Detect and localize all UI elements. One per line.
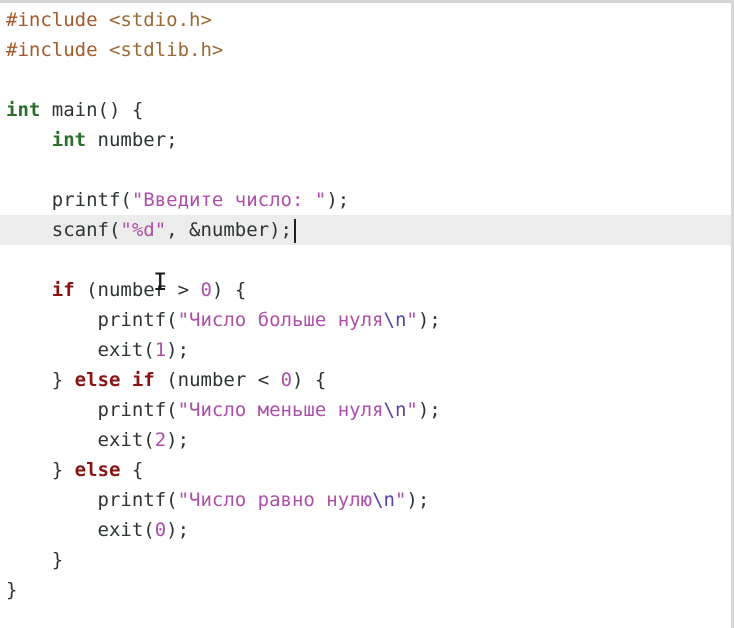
- code-token: <stdio.h>: [108, 9, 212, 31]
- code-token: );: [166, 519, 190, 541]
- code-token: );: [166, 339, 190, 361]
- code-editor[interactable]: #include <stdio.h> #include <stdlib.h> int…: [0, 0, 734, 628]
- code-token: if: [51, 279, 75, 301]
- code-line[interactable]: int main() {: [0, 95, 731, 125]
- code-line[interactable]: [0, 155, 731, 185]
- code-token: int: [51, 129, 87, 151]
- code-token: \n: [383, 309, 407, 331]
- code-token: \n: [383, 399, 407, 421]
- code-line[interactable]: int number;: [0, 125, 731, 155]
- code-token: 0: [200, 279, 212, 301]
- code-token: "Число равно нулю: [177, 489, 373, 511]
- code-line[interactable]: printf("Число равно нулю\n");: [0, 485, 731, 515]
- code-token: printf(: [6, 489, 178, 511]
- code-token: {: [120, 459, 144, 481]
- code-token: else: [74, 369, 121, 391]
- code-token: #include: [6, 39, 109, 61]
- code-token: );: [417, 399, 441, 421]
- code-token: ) {: [292, 369, 327, 391]
- code-token: exit(: [6, 429, 155, 451]
- code-token: 0: [280, 369, 293, 391]
- code-token: int: [6, 99, 41, 121]
- code-token: ": [406, 399, 418, 421]
- code-token: }: [6, 549, 64, 571]
- code-token: , &number);: [166, 219, 292, 241]
- code-token: "%d": [120, 219, 167, 241]
- i-beam-cursor-icon: I: [153, 268, 168, 296]
- code-token: ": [394, 489, 407, 511]
- code-token: 0: [154, 519, 167, 541]
- code-line[interactable]: exit(0);: [0, 515, 731, 545]
- code-line[interactable]: } else if (number < 0) {: [0, 365, 731, 395]
- code-token: 1: [154, 339, 167, 361]
- code-line[interactable]: if (number > 0) {: [0, 275, 731, 305]
- code-token: main() {: [40, 99, 144, 121]
- code-token: if: [131, 369, 155, 391]
- code-token: scanf(: [6, 219, 121, 241]
- code-line[interactable]: #include <stdio.h>: [0, 5, 731, 35]
- code-token: "Число меньше нуля: [177, 399, 384, 421]
- code-token: number;: [86, 129, 178, 151]
- code-line[interactable]: } else {: [0, 455, 731, 485]
- code-line[interactable]: scanf("%d", &number);: [0, 215, 731, 245]
- code-token: "Введите число: ": [131, 189, 327, 211]
- code-token: );: [406, 489, 430, 511]
- code-token: printf(: [6, 309, 178, 331]
- code-line[interactable]: printf("Введите число: ");: [0, 185, 731, 215]
- code-text-area[interactable]: #include <stdio.h> #include <stdlib.h> int…: [0, 5, 731, 605]
- editor-top-border: [0, 0, 734, 3]
- code-token: }: [6, 459, 75, 481]
- code-token: }: [6, 369, 75, 391]
- code-token: exit(: [6, 519, 155, 541]
- code-token: printf(: [6, 399, 178, 421]
- code-line[interactable]: exit(2);: [0, 425, 731, 455]
- code-token: 2: [154, 429, 167, 451]
- code-token: );: [326, 189, 350, 211]
- code-token: ": [406, 309, 418, 331]
- code-token: }: [6, 579, 18, 601]
- code-token: "Число больше нуля: [177, 309, 384, 331]
- code-line[interactable]: printf("Число меньше нуля\n");: [0, 395, 731, 425]
- code-line[interactable]: [0, 65, 731, 95]
- code-line[interactable]: [0, 245, 731, 275]
- code-line[interactable]: exit(1);: [0, 335, 731, 365]
- code-line[interactable]: }: [0, 575, 731, 605]
- code-token: exit(: [6, 339, 155, 361]
- code-token: <stdlib.h>: [108, 39, 224, 61]
- code-line[interactable]: }: [0, 545, 731, 575]
- code-token: \n: [372, 489, 395, 511]
- code-token: printf(: [6, 189, 132, 211]
- code-line[interactable]: printf("Число больше нуля\n");: [0, 305, 731, 335]
- text-caret-icon: [294, 218, 296, 243]
- code-token: ) {: [211, 279, 247, 301]
- code-token: );: [166, 429, 190, 451]
- code-token: (number >: [74, 279, 201, 301]
- code-token: (number <: [154, 369, 281, 391]
- code-token: #include: [6, 9, 109, 31]
- code-token: );: [417, 309, 441, 331]
- code-line[interactable]: #include <stdlib.h>: [0, 35, 731, 65]
- code-token: else: [74, 459, 121, 481]
